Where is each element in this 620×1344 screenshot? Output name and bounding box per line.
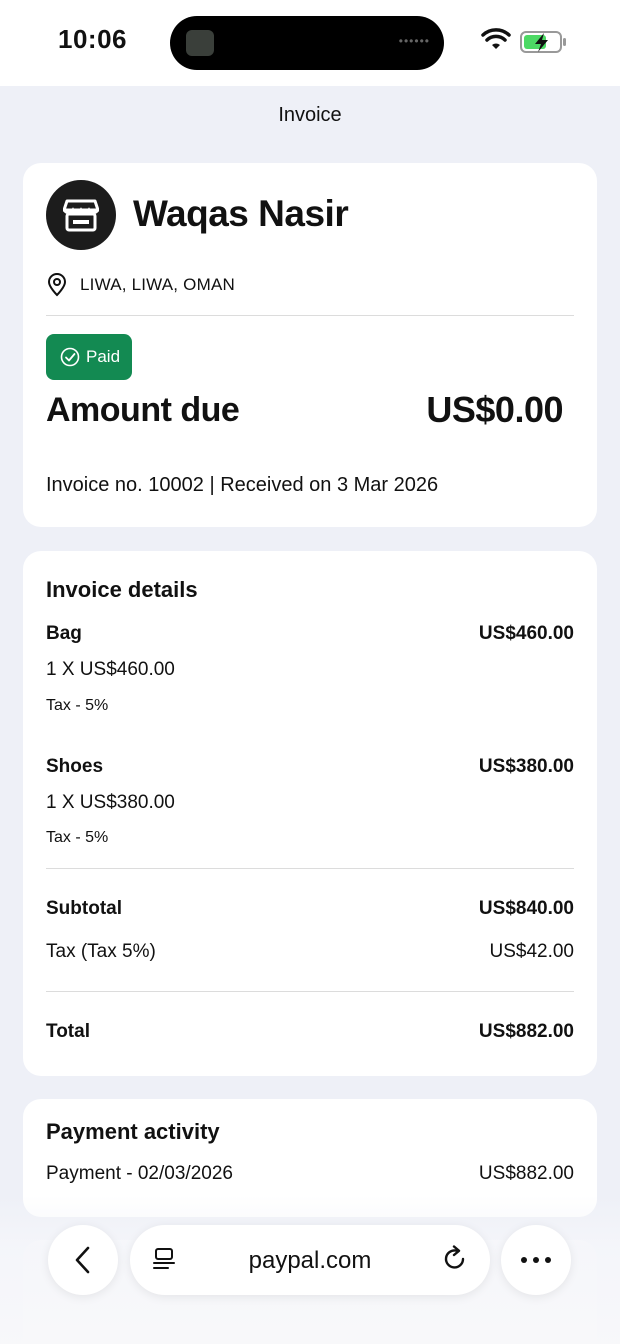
item-name: Bag: [46, 623, 82, 644]
amount-due-label: Amount due: [46, 391, 240, 429]
url-text[interactable]: paypal.com: [130, 1247, 490, 1275]
total-row: Total US$882.00: [46, 1021, 574, 1043]
divider: [46, 991, 574, 992]
status-badge: Paid: [46, 334, 132, 380]
camera-indicator-icon: [186, 30, 214, 56]
location-pin-icon: [47, 273, 67, 297]
invoice-details-card: Invoice details Bag US$460.00 1 X US$460…: [23, 551, 597, 1076]
location-row: LIWA, LIWA, OMAN: [46, 273, 235, 297]
dynamic-island: ••••••: [170, 16, 444, 70]
more-dots-icon: [521, 1257, 551, 1263]
item-tax-row: Tax - 5%: [46, 697, 574, 715]
reload-icon[interactable]: [442, 1245, 468, 1273]
item-qty-row: 1 X US$460.00: [46, 659, 574, 681]
back-button[interactable]: [48, 1225, 118, 1295]
total-value: US$882.00: [478, 1021, 574, 1042]
line-item: Bag US$460.00: [46, 623, 574, 645]
divider: [46, 315, 574, 316]
activity-dots-icon: ••••••: [398, 34, 430, 48]
tax-row: Tax (Tax 5%) US$42.00: [46, 941, 574, 963]
status-bar: 10:06 ••••••: [0, 0, 620, 86]
item-qty: 1 X US$460.00: [46, 659, 175, 680]
tax-value: US$42.00: [489, 941, 574, 962]
subtotal-label: Subtotal: [46, 898, 122, 919]
item-tax-row: Tax - 5%: [46, 829, 574, 847]
merchant-location: LIWA, LIWA, OMAN: [80, 275, 235, 294]
storefront-icon: [63, 199, 99, 232]
item-tax: Tax - 5%: [46, 829, 109, 846]
battery-icon: [520, 31, 566, 53]
payment-label: Payment - 02/03/2026: [46, 1163, 233, 1184]
amount-due-value: US$0.00: [426, 389, 563, 430]
address-bar[interactable]: paypal.com: [130, 1225, 490, 1295]
merchant-card: Waqas Nasir LIWA, LIWA, OMAN Paid Amount…: [23, 163, 597, 527]
status-badge-label: Paid: [86, 347, 121, 366]
line-item: Shoes US$380.00: [46, 756, 574, 778]
payment-activity-title: Payment activity: [46, 1119, 220, 1144]
item-qty-row: 1 X US$380.00: [46, 792, 574, 814]
merchant-name: Waqas Nasir: [133, 193, 349, 234]
item-qty: 1 X US$380.00: [46, 792, 175, 813]
check-circle-icon: [60, 347, 80, 367]
invoice-details-title: Invoice details: [46, 577, 198, 602]
payment-row: Payment - 02/03/2026 US$882.00: [46, 1163, 574, 1185]
item-price: US$380.00: [478, 756, 574, 777]
status-time: 10:06: [58, 24, 127, 54]
wifi-icon: [481, 28, 511, 49]
merchant-avatar: [46, 180, 116, 250]
item-price: US$460.00: [478, 623, 574, 644]
item-name: Shoes: [46, 756, 104, 777]
chevron-left-icon: [75, 1246, 90, 1274]
total-label: Total: [46, 1021, 90, 1042]
invoice-meta: Invoice no. 10002 | Received on 3 Mar 20…: [46, 474, 439, 496]
payment-value: US$882.00: [478, 1163, 574, 1184]
divider: [46, 868, 574, 869]
item-tax: Tax - 5%: [46, 697, 109, 714]
subtotal-value: US$840.00: [478, 898, 574, 919]
page-title: Invoice: [278, 104, 342, 126]
tax-label: Tax (Tax 5%): [46, 941, 156, 962]
more-options-button[interactable]: [501, 1225, 571, 1295]
subtotal-row: Subtotal US$840.00: [46, 898, 574, 920]
